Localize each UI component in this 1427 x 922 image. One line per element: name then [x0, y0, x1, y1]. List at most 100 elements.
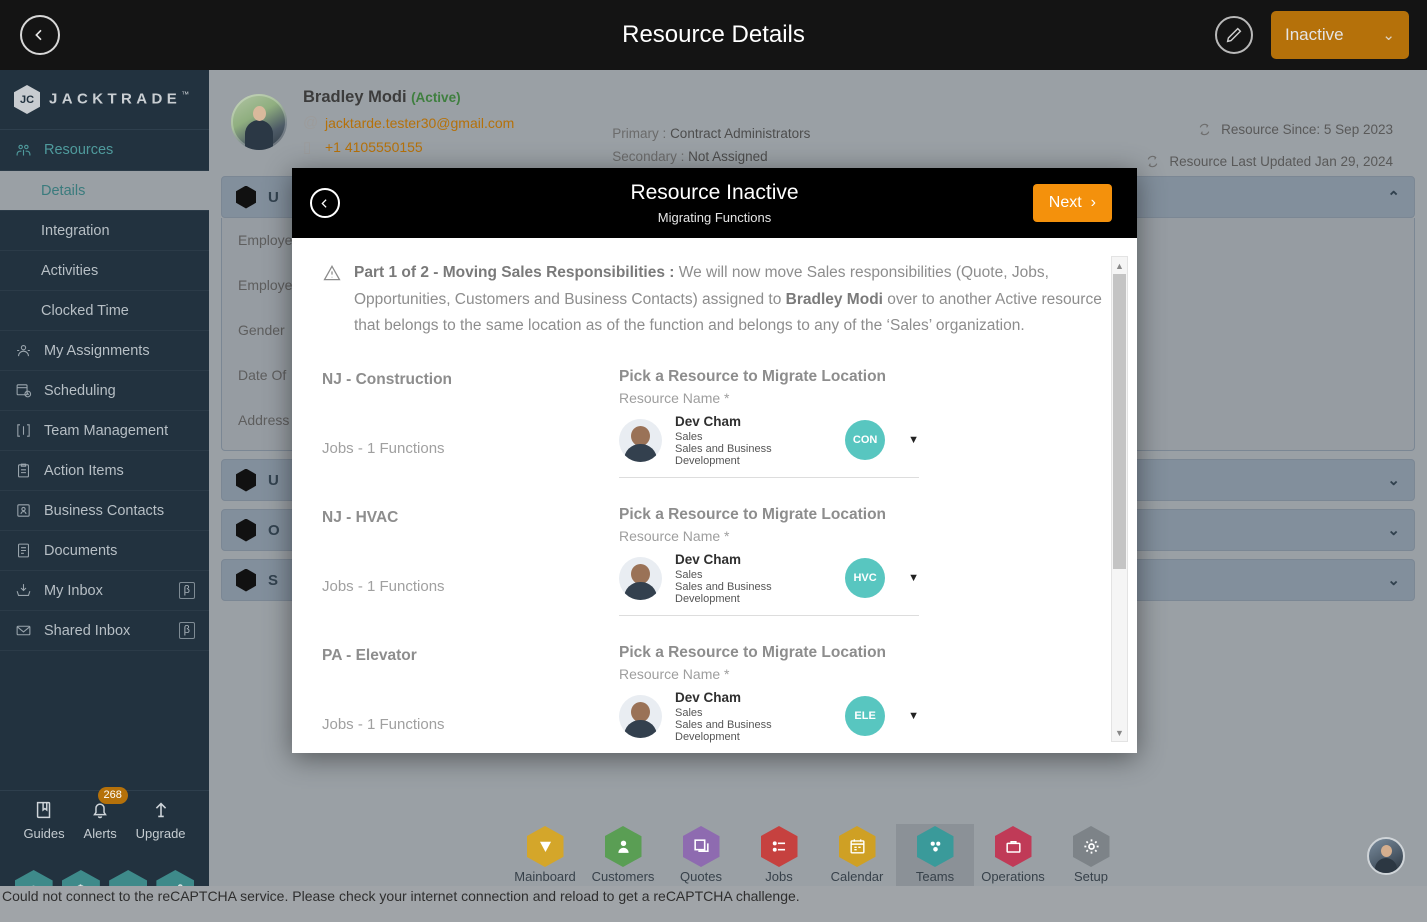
- resources-icon: [14, 141, 32, 159]
- pick-title: Pick a Resource to Migrate Location: [619, 367, 887, 385]
- scroll-up-arrow[interactable]: ▲: [1112, 258, 1127, 273]
- edit-button[interactable]: [1215, 16, 1253, 54]
- resource-name-select[interactable]: Dev Cham Sales Sales and Business Develo…: [619, 414, 919, 478]
- migration-row: NJ - HVAC Jobs - 1 Functions Pick a Reso…: [322, 506, 1107, 616]
- modal-back-button[interactable]: [310, 188, 340, 218]
- modal-title-block: Resource Inactive Migrating Functions: [292, 181, 1137, 225]
- sidebar-item-team-management[interactable]: Team Management: [0, 411, 209, 451]
- migration-row: PA - Elevator Jobs - 1 Functions Pick a …: [322, 644, 1107, 753]
- bottom-nav-operations[interactable]: Operations: [974, 824, 1052, 886]
- trademark-symbol: ™: [181, 90, 190, 100]
- bottom-nav-teams[interactable]: Teams: [896, 824, 974, 886]
- migration-location: NJ - HVAC: [322, 508, 399, 526]
- sidebar-item-integration[interactable]: Integration: [0, 211, 209, 251]
- sidebar-item-business-contacts[interactable]: Business Contacts: [0, 491, 209, 531]
- setup-gear-icon: [1072, 826, 1110, 867]
- sidebar-item-resources[interactable]: Resources: [0, 130, 209, 171]
- refresh-icon: [1199, 123, 1210, 136]
- resource-profile-card: Bradley Modi (Active) @ jacktarde.tester…: [221, 80, 1415, 169]
- alerts-button[interactable]: 268 Alerts: [84, 787, 128, 841]
- location-chip: ELE: [845, 696, 886, 736]
- sidebar-item-documents[interactable]: Documents: [0, 531, 209, 571]
- sidebar-item-label: Shared Inbox: [44, 622, 131, 639]
- resource-name: Bradley Modi: [303, 88, 407, 106]
- user-avatar-button[interactable]: [1367, 837, 1405, 875]
- resource-org: Sales and Business Development: [675, 580, 772, 605]
- sidebar-item-action-items[interactable]: Action Items: [0, 451, 209, 491]
- app-root: Resource Details Inactive ⌄ JC JACKTRADE…: [0, 0, 1427, 922]
- resource-state: (Active): [411, 90, 461, 105]
- sidebar-item-clocked-time[interactable]: Clocked Time: [0, 291, 209, 331]
- guides-button[interactable]: Guides: [23, 797, 65, 841]
- bottom-nav-label: Teams: [915, 869, 955, 884]
- location-chip: CON: [845, 420, 886, 460]
- chevron-right-icon: ›: [1090, 194, 1096, 211]
- pick-title: Pick a Resource to Migrate Location: [619, 505, 887, 523]
- bottom-nav-quotes[interactable]: Quotes: [662, 824, 740, 886]
- resource-role: Sales: [675, 706, 703, 719]
- calendar-icon: [838, 826, 876, 867]
- at-icon: @: [303, 114, 319, 131]
- bottom-nav-customers[interactable]: Customers: [584, 824, 662, 886]
- resource-email-row[interactable]: @ jacktarde.tester30@gmail.com: [303, 114, 514, 131]
- migration-row: NJ - Construction Jobs - 1 Functions Pic…: [322, 368, 1107, 478]
- chevron-down-icon: ⌄: [1387, 472, 1400, 489]
- sidebar-item-my-assignments[interactable]: My Assignments: [0, 331, 209, 371]
- chevron-down-icon[interactable]: ▼: [908, 710, 919, 722]
- beta-badge: β: [178, 582, 195, 599]
- sidebar-quick-actions: Guides 268 Alerts Upgrade: [0, 787, 209, 860]
- resource-phone-row[interactable]: ▯ +1 4105550155: [303, 138, 514, 156]
- location-chip: HVC: [845, 558, 886, 598]
- sidebar-item-shared-inbox[interactable]: Shared Inbox β: [0, 611, 209, 651]
- resource-meta-block: Resource Since: 5 Sep 2023 Resource Last…: [1144, 88, 1405, 185]
- sidebar-item-scheduling[interactable]: Scheduling: [0, 371, 209, 411]
- brand-logo[interactable]: JC JACKTRADE™: [0, 70, 209, 130]
- team-brackets-icon: [14, 422, 32, 440]
- modal-scrollbar[interactable]: ▲ ▼: [1111, 256, 1128, 742]
- migration-functions: Jobs - 1 Functions: [322, 577, 445, 595]
- teams-icon: [916, 826, 954, 867]
- notice-text: Part 1 of 2 - Moving Sales Responsibilit…: [354, 260, 1107, 340]
- sidebar-item-my-inbox[interactable]: My Inbox β: [0, 571, 209, 611]
- refresh-icon: [1148, 155, 1158, 168]
- chevron-down-icon[interactable]: ▼: [908, 572, 919, 584]
- bottom-nav-setup[interactable]: Setup: [1052, 824, 1130, 886]
- sidebar-item-label: Documents: [44, 542, 118, 559]
- bottom-nav-calendar[interactable]: Calendar: [818, 824, 896, 886]
- resource-name: Dev Cham: [675, 413, 742, 429]
- chevron-left-circle-icon: [320, 198, 327, 208]
- accordion-title: S: [268, 571, 279, 589]
- inbox-download-icon: [14, 582, 32, 600]
- sidebar-item-label: Action Items: [44, 462, 124, 479]
- scroll-down-arrow[interactable]: ▼: [1112, 725, 1127, 740]
- sidebar-item-activities[interactable]: Activities: [0, 251, 209, 291]
- status-bar: Could not connect to the reCAPTCHA servi…: [0, 886, 1427, 922]
- jobs-icon: [760, 826, 798, 867]
- resource-avatar: [619, 418, 662, 462]
- back-button[interactable]: [20, 15, 60, 55]
- bottom-nav-label: Setup: [1074, 869, 1108, 884]
- bottom-nav-mainboard[interactable]: Mainboard: [506, 824, 584, 886]
- chevron-down-icon[interactable]: ▼: [908, 434, 919, 446]
- body-clip: [292, 743, 1137, 753]
- accordion-title: O: [268, 521, 280, 539]
- status-dropdown[interactable]: Inactive ⌄: [1271, 11, 1409, 59]
- sidebar-item-label: Clocked Time: [41, 302, 129, 319]
- chevron-up-icon: ⌃: [1387, 189, 1400, 206]
- avatar: [231, 94, 287, 150]
- resource-org-block: Primary : Contract Administrators Second…: [612, 88, 810, 172]
- accordion-title: U: [268, 188, 279, 206]
- scrollbar-thumb[interactable]: [1113, 274, 1126, 569]
- migration-notice: Part 1 of 2 - Moving Sales Responsibilit…: [322, 260, 1107, 340]
- next-button[interactable]: Next ›: [1032, 184, 1112, 222]
- resource-role: Sales: [675, 568, 703, 581]
- contact-card-icon: [14, 502, 32, 520]
- bottom-nav-jobs[interactable]: Jobs: [740, 824, 818, 886]
- resource-name-select[interactable]: Dev Cham Sales Sales and Business Develo…: [619, 552, 919, 616]
- sidebar-item-details[interactable]: Details: [0, 171, 209, 211]
- migration-location-block: NJ - HVAC Jobs - 1 Functions: [322, 506, 619, 616]
- upgrade-button[interactable]: Upgrade: [136, 797, 186, 841]
- resource-info: Dev Cham Sales Sales and Business Develo…: [675, 414, 832, 467]
- next-button-label: Next: [1048, 194, 1082, 211]
- pick-field-label: Resource Name *: [619, 389, 730, 406]
